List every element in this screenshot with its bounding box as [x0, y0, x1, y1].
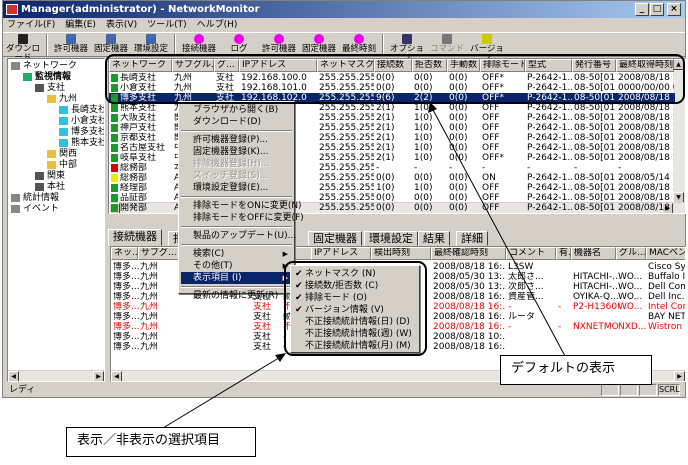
- arrow-head: [275, 353, 286, 362]
- toggle-items-callout: 表示／非表示の選択項目: [66, 427, 256, 457]
- annotation-layer: [105, 54, 685, 429]
- submenu-highlight: [284, 261, 427, 356]
- callout-arrow: [431, 107, 566, 357]
- callout-arrow: [162, 355, 283, 429]
- default-display-callout: デフォルトの表示: [500, 355, 652, 385]
- default-columns-highlight: [105, 54, 685, 104]
